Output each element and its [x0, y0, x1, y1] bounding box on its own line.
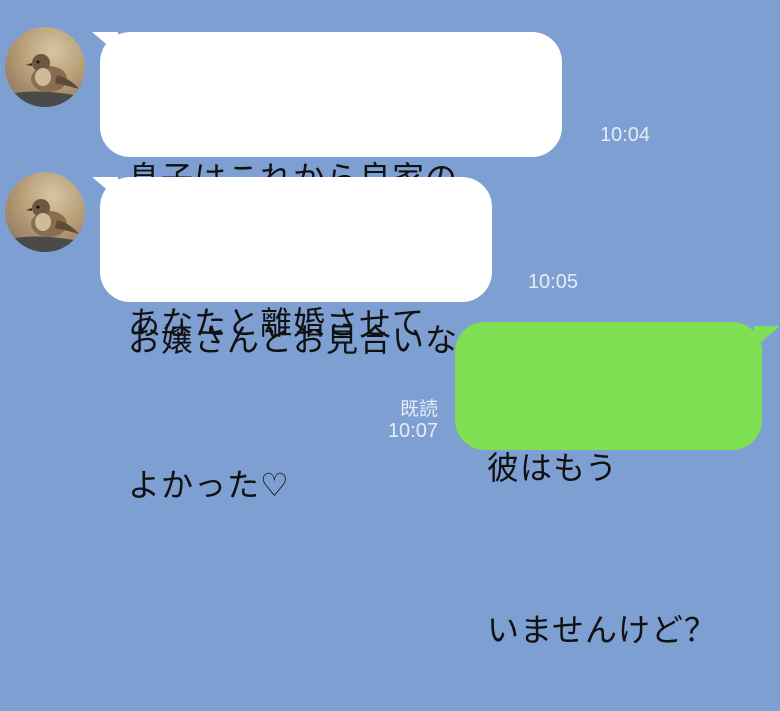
bird-icon [5, 54, 85, 107]
message-time: 10:05 [527, 271, 578, 293]
contact-avatar[interactable] [5, 172, 85, 252]
message-bubble-incoming[interactable]: あなたと離婚させて よかった♡ [100, 177, 492, 504]
message-line: いませんけど？ [487, 611, 718, 649]
bubble-tail [754, 326, 780, 348]
contact-avatar[interactable] [5, 27, 85, 107]
read-receipt: 既読 [399, 398, 438, 420]
message-line: よかった♡ [128, 466, 290, 504]
message-time: 10:07 [387, 420, 438, 442]
message-bubble-incoming[interactable]: 息子はこれから良家の お嬢さんとお見合いなの [100, 32, 562, 359]
message-line: 彼はもう [487, 449, 619, 487]
message-time: 10:04 [599, 124, 650, 146]
message-line: あなたと離婚させて [128, 304, 426, 342]
bird-icon [5, 199, 85, 252]
message-bubble-outgoing[interactable]: 彼はもう いませんけど？ [455, 322, 762, 649]
